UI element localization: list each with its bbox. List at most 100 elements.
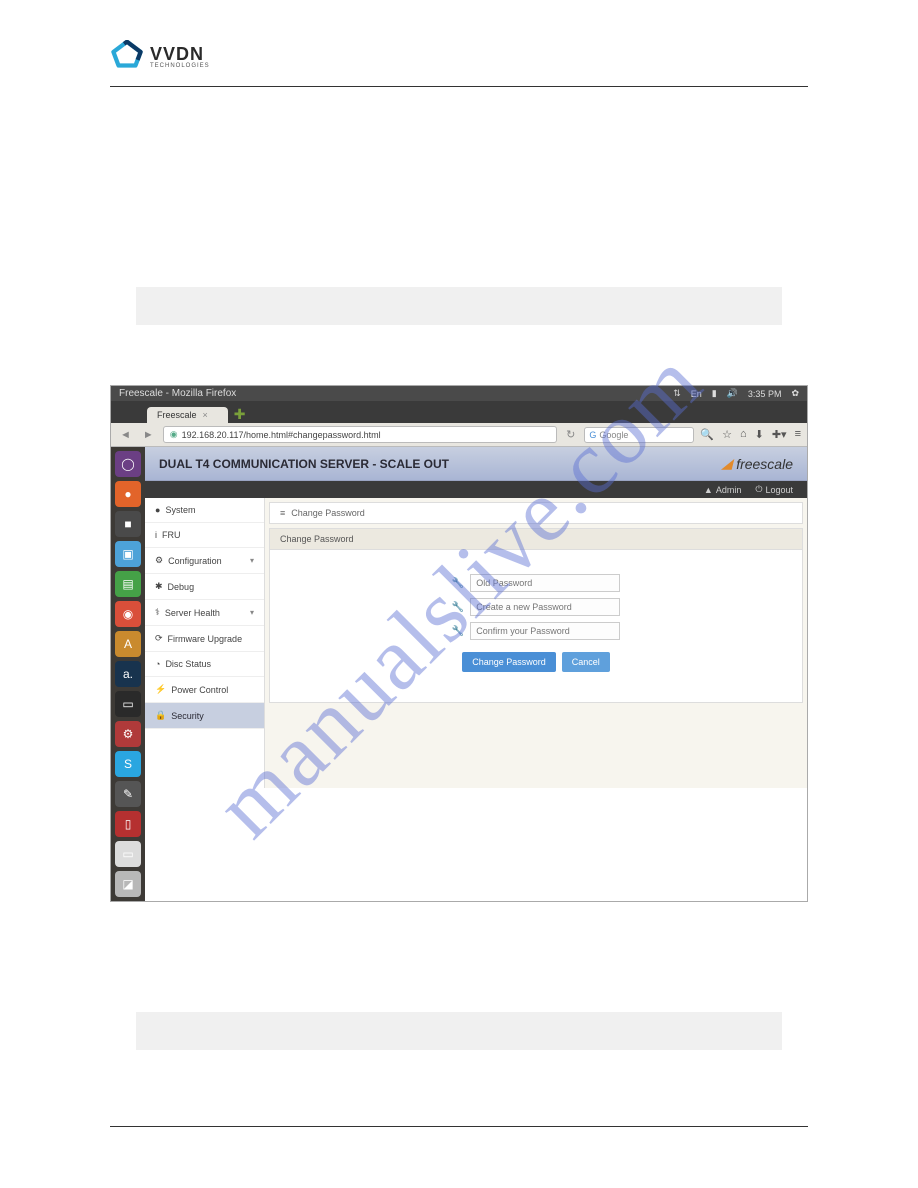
lang-indicator: En [691, 389, 702, 399]
sidebar-item-firmware-upgrade[interactable]: ⟳ Firmware Upgrade [145, 626, 264, 652]
power-icon: ⏻ [755, 484, 762, 495]
new-tab-button[interactable]: ✚ [234, 406, 246, 423]
launcher-item[interactable]: ● [115, 481, 141, 507]
sidebar-item-server-health[interactable]: ⚕ Server Health ▾ [145, 600, 264, 626]
logo-sub: TECHNOLOGIES [150, 63, 210, 69]
app-banner: DUAL T4 COMMUNICATION SERVER - SCALE OUT… [145, 447, 807, 481]
tab-label: Freescale [157, 410, 197, 420]
sidebar-icon: ⚕ [155, 607, 160, 618]
panel-title: Change Password [270, 529, 802, 550]
breadcrumb-text: Change Password [291, 508, 365, 518]
sidebar-label: Debug [168, 582, 195, 592]
search-engine-icon: G [589, 430, 596, 440]
launcher-item[interactable]: ◪ [115, 871, 141, 897]
launcher-item[interactable]: ✎ [115, 781, 141, 807]
admin-link[interactable]: ▲Admin [704, 484, 741, 495]
reload-button[interactable]: ↻ [563, 428, 578, 441]
launcher-item[interactable]: ⚙ [115, 721, 141, 747]
url-bar[interactable]: ◉ 192.168.20.117/home.html#changepasswor… [163, 426, 557, 443]
sidebar-icon: ◔ [155, 659, 160, 669]
search-placeholder: Google [599, 430, 628, 440]
addon-icon[interactable]: ✚▾ [772, 428, 787, 441]
forward-button[interactable]: ► [140, 429, 157, 441]
download-icon[interactable]: ⬇ [755, 428, 764, 441]
launcher-item[interactable]: A [115, 631, 141, 657]
vvdn-logo-icon [110, 40, 144, 74]
logout-link[interactable]: ⏻Logout [755, 484, 793, 495]
chevron-down-icon: ▾ [250, 608, 254, 617]
breadcrumb-bar: ≡ Change Password [269, 502, 803, 524]
sidebar-item-disc-status[interactable]: ◔ Disc Status [145, 652, 264, 677]
user-icon: ▲ [704, 485, 713, 495]
battery-icon: ▮ [712, 388, 717, 399]
window-titlebar: Freescale - Mozilla Firefox ⇅ En ▮ 🔊 3:3… [111, 386, 807, 401]
sidebar-icon: ⟳ [155, 633, 163, 644]
sidebar-icon: ✱ [155, 581, 163, 592]
launcher-item[interactable]: ◯ [115, 451, 141, 477]
brand-logo: ◢ freescale [721, 455, 793, 472]
nav-sidebar: ●SystemiFRU⚙Configuration▾✱Debug⚕Server … [145, 498, 265, 788]
launcher-item[interactable]: ▭ [115, 691, 141, 717]
browser-toolbar: ◄ ► ◉ 192.168.20.117/home.html#changepas… [111, 423, 807, 447]
sidebar-item-security[interactable]: 🔒 Security [145, 703, 264, 729]
brand-text: freescale [736, 456, 793, 472]
sidebar-item-debug[interactable]: ✱ Debug [145, 574, 264, 600]
sidebar-icon: 🔒 [155, 710, 166, 721]
upper-gray-bar [136, 287, 782, 325]
launcher-item[interactable]: ▣ [115, 541, 141, 567]
gear-icon: ✿ [791, 388, 799, 399]
sidebar-icon: i [155, 530, 157, 540]
banner-title: DUAL T4 COMMUNICATION SERVER - SCALE OUT [159, 457, 449, 471]
browser-tabbar: Freescale × ✚ [111, 401, 807, 423]
menu-icon[interactable]: ≡ [795, 428, 801, 441]
search-icon[interactable]: 🔍 [700, 428, 714, 441]
launcher-item[interactable]: a. [115, 661, 141, 687]
old-password-input[interactable] [470, 574, 620, 592]
close-tab-icon[interactable]: × [203, 410, 208, 420]
launcher-item[interactable]: ◉ [115, 601, 141, 627]
launcher-item[interactable]: S [115, 751, 141, 777]
launcher-item[interactable]: ▯ [115, 811, 141, 837]
launcher-item[interactable]: ▤ [115, 571, 141, 597]
clock: 3:35 PM [748, 389, 782, 399]
sidebar-label: Firmware Upgrade [168, 634, 243, 644]
browser-tab[interactable]: Freescale × [147, 407, 228, 423]
ubuntu-launcher: ◯ ● ■ ▣ ▤ ◉ Aa. ▭ ⚙ S ✎ ▯ ▭ ◪ [111, 447, 145, 901]
home-icon[interactable]: ⌂ [740, 428, 747, 441]
sidebar-label: Configuration [168, 556, 222, 566]
launcher-item[interactable]: ■ [115, 511, 141, 537]
sidebar-label: Server Health [165, 608, 220, 618]
doc-footer [110, 1126, 808, 1136]
back-button[interactable]: ◄ [117, 429, 134, 441]
vvdn-logo-text: VVDN TECHNOLOGIES [150, 45, 210, 69]
sidebar-label: Power Control [171, 685, 228, 695]
sidebar-item-system[interactable]: ● System [145, 498, 264, 523]
sidebar-icon: ● [155, 505, 160, 515]
screenshot-frame: Freescale - Mozilla Firefox ⇅ En ▮ 🔊 3:3… [110, 385, 808, 902]
search-box[interactable]: G Google [584, 427, 694, 443]
sidebar-item-power-control[interactable]: ⚡Power Control [145, 677, 264, 703]
brand-icon: ◢ [721, 455, 732, 472]
confirm-password-input[interactable] [470, 622, 620, 640]
cancel-button[interactable]: Cancel [562, 652, 610, 672]
doc-header: VVDN TECHNOLOGIES [110, 40, 808, 87]
launcher-item[interactable]: ▭ [115, 841, 141, 867]
bookmark-icon[interactable]: ☆ [722, 428, 732, 441]
sidebar-label: FRU [162, 530, 181, 540]
chevron-down-icon: ▾ [250, 556, 254, 565]
sidebar-item-configuration[interactable]: ⚙Configuration▾ [145, 548, 264, 574]
window-title: Freescale - Mozilla Firefox [119, 388, 236, 399]
key-icon: 🔧 [452, 578, 464, 589]
main-content: ≡ Change Password Change Password 🔧 [265, 498, 807, 788]
new-password-input[interactable] [470, 598, 620, 616]
key-icon: 🔧 [452, 626, 464, 637]
sidebar-label: Disc Status [165, 659, 211, 669]
hamburger-icon: ≡ [280, 508, 285, 518]
user-bar: ▲Admin ⏻Logout [145, 481, 807, 498]
globe-icon: ◉ [170, 429, 178, 440]
sidebar-label: System [165, 505, 195, 515]
change-password-button[interactable]: Change Password [462, 652, 556, 672]
sidebar-label: Security [171, 711, 204, 721]
logo-name: VVDN [150, 45, 210, 63]
sidebar-item-fru[interactable]: i FRU [145, 523, 264, 548]
